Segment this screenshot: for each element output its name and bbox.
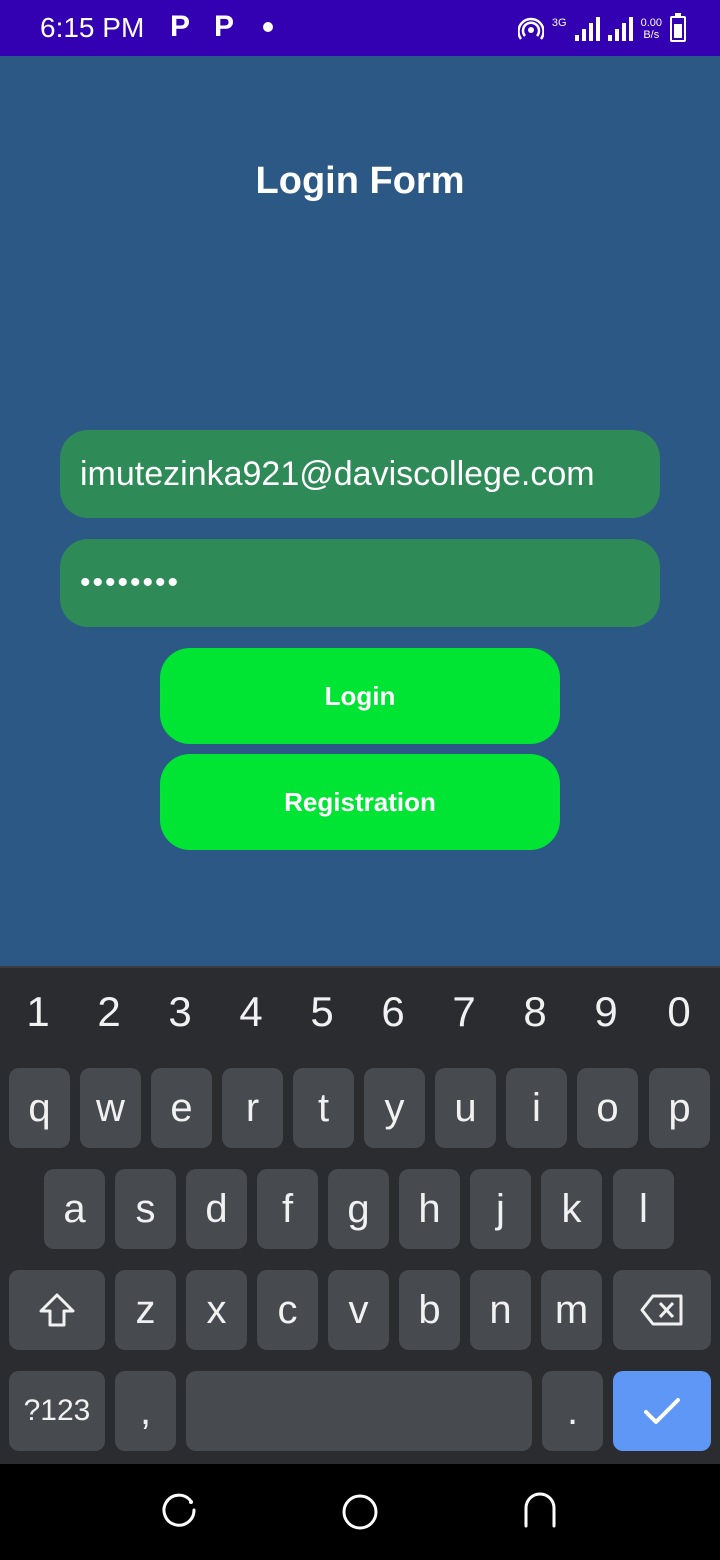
enter-key[interactable] bbox=[613, 1371, 711, 1451]
status-bar: 6:15 PM P P 3G 0.00 B/s bbox=[0, 0, 720, 56]
navigation-bar bbox=[0, 1464, 720, 1560]
key-1[interactable]: 1 bbox=[8, 988, 68, 1036]
page-title: Login Form bbox=[255, 160, 465, 202]
notification-p-icon: P bbox=[214, 10, 235, 43]
home-icon[interactable] bbox=[340, 1492, 380, 1532]
key-o[interactable]: o bbox=[577, 1068, 638, 1148]
symbols-key[interactable]: ?123 bbox=[9, 1371, 105, 1451]
key-q[interactable]: q bbox=[9, 1068, 70, 1148]
key-6[interactable]: 6 bbox=[363, 988, 423, 1036]
key-3[interactable]: 3 bbox=[150, 988, 210, 1036]
period-key[interactable]: . bbox=[542, 1371, 603, 1451]
key-g[interactable]: g bbox=[328, 1169, 389, 1249]
key-b[interactable]: b bbox=[399, 1270, 460, 1350]
key-a[interactable]: a bbox=[44, 1169, 105, 1249]
key-m[interactable]: m bbox=[541, 1270, 602, 1350]
key-0[interactable]: 0 bbox=[649, 988, 709, 1036]
key-l[interactable]: l bbox=[613, 1169, 674, 1249]
key-u[interactable]: u bbox=[435, 1068, 496, 1148]
signal-icon bbox=[574, 17, 600, 41]
key-k[interactable]: k bbox=[541, 1169, 602, 1249]
key-r[interactable]: r bbox=[222, 1068, 283, 1148]
check-icon bbox=[644, 1398, 680, 1424]
key-4[interactable]: 4 bbox=[221, 988, 281, 1036]
key-y[interactable]: y bbox=[364, 1068, 425, 1148]
email-field[interactable]: imutezinka921@daviscollege.com bbox=[60, 430, 660, 518]
notification-dot-icon bbox=[263, 22, 273, 32]
signal-icon-2 bbox=[607, 17, 633, 41]
comma-key[interactable]: , bbox=[115, 1371, 176, 1451]
key-h[interactable]: h bbox=[399, 1169, 460, 1249]
key-5[interactable]: 5 bbox=[292, 988, 352, 1036]
space-key[interactable] bbox=[186, 1371, 532, 1451]
network-type-label: 3G bbox=[551, 17, 567, 29]
back-icon[interactable] bbox=[520, 1492, 560, 1532]
key-7[interactable]: 7 bbox=[434, 988, 494, 1036]
login-button[interactable]: Login bbox=[160, 648, 560, 744]
key-n[interactable]: n bbox=[470, 1270, 531, 1350]
key-p[interactable]: p bbox=[649, 1068, 710, 1148]
backspace-key[interactable] bbox=[613, 1270, 711, 1350]
key-2[interactable]: 2 bbox=[79, 988, 139, 1036]
key-f[interactable]: f bbox=[257, 1169, 318, 1249]
shift-icon bbox=[39, 1293, 75, 1327]
hotspot-icon bbox=[517, 17, 544, 40]
password-field[interactable]: •••••••• bbox=[60, 539, 660, 627]
backspace-icon bbox=[640, 1294, 683, 1326]
recents-icon[interactable] bbox=[160, 1492, 200, 1532]
key-8[interactable]: 8 bbox=[505, 988, 565, 1036]
key-v[interactable]: v bbox=[328, 1270, 389, 1350]
key-9[interactable]: 9 bbox=[576, 988, 636, 1036]
key-x[interactable]: x bbox=[186, 1270, 247, 1350]
key-c[interactable]: c bbox=[257, 1270, 318, 1350]
key-j[interactable]: j bbox=[470, 1169, 531, 1249]
key-d[interactable]: d bbox=[186, 1169, 247, 1249]
battery-icon bbox=[670, 13, 686, 42]
key-s[interactable]: s bbox=[115, 1169, 176, 1249]
registration-button[interactable]: Registration bbox=[160, 754, 560, 850]
number-row: 1 2 3 4 5 6 7 8 9 0 bbox=[0, 988, 720, 1048]
key-e[interactable]: e bbox=[151, 1068, 212, 1148]
status-time: 6:15 PM bbox=[40, 12, 145, 43]
soft-keyboard: 1 2 3 4 5 6 7 8 9 0 q w e r t y u i o p … bbox=[0, 966, 720, 1466]
key-z[interactable]: z bbox=[115, 1270, 176, 1350]
notification-p-icon: P bbox=[170, 10, 191, 43]
key-t[interactable]: t bbox=[293, 1068, 354, 1148]
shift-key[interactable] bbox=[9, 1270, 105, 1350]
key-i[interactable]: i bbox=[506, 1068, 567, 1148]
network-speed: 0.00 B/s bbox=[640, 17, 662, 41]
key-w[interactable]: w bbox=[80, 1068, 141, 1148]
